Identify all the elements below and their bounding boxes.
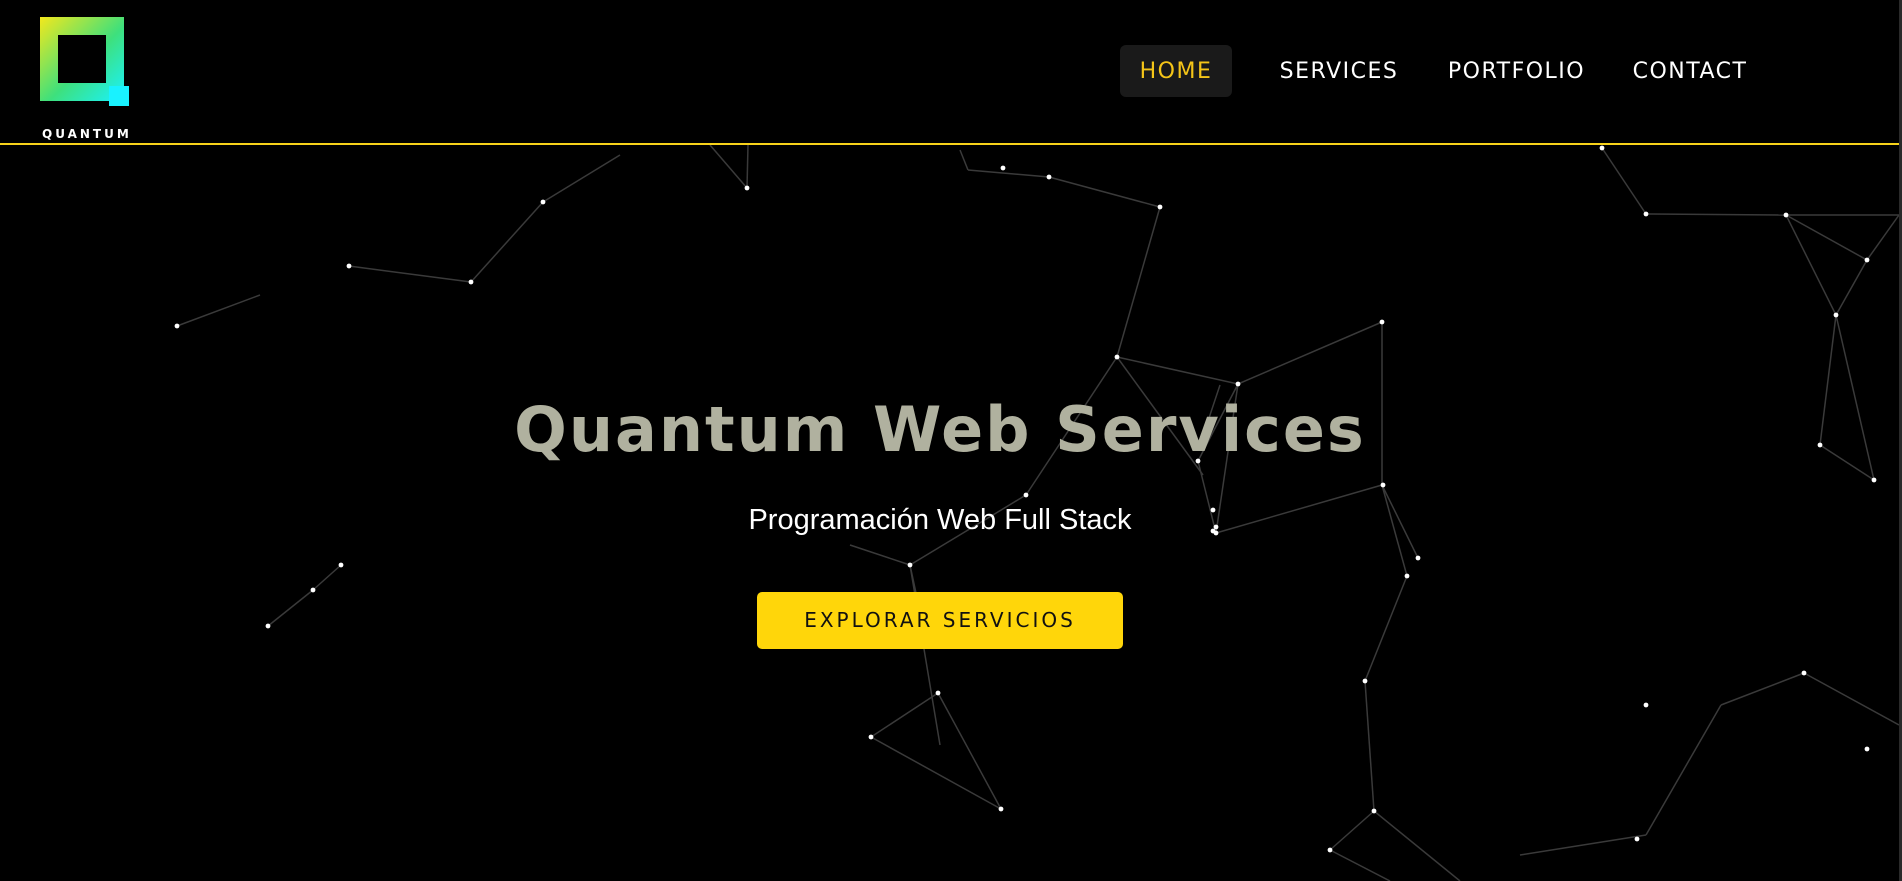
nav-item-portfolio[interactable]: PORTFOLIO bbox=[1444, 45, 1589, 97]
particle-dot bbox=[1157, 204, 1163, 210]
particle-link bbox=[1329, 810, 1375, 851]
particle-dot bbox=[1643, 211, 1649, 217]
particle-dot bbox=[1643, 702, 1649, 708]
particle-dot bbox=[1046, 174, 1052, 180]
particle-link bbox=[1785, 214, 1868, 261]
particle-dot bbox=[346, 263, 352, 269]
particle-link bbox=[348, 265, 472, 283]
particle-link bbox=[746, 145, 749, 189]
particle-dot bbox=[1379, 319, 1385, 325]
particle-link bbox=[1364, 680, 1375, 812]
particle-link bbox=[1645, 213, 1787, 216]
particle-link bbox=[967, 169, 1050, 178]
particle-dot bbox=[1864, 257, 1870, 263]
main-nav: HOME SERVICES PORTFOLIO CONTACT bbox=[1120, 45, 1751, 97]
explore-services-button[interactable]: EXPLORAR SERVICIOS bbox=[757, 592, 1123, 649]
particle-link bbox=[959, 149, 969, 171]
page: QUANTUM HOME SERVICES PORTFOLIO CONTACT … bbox=[0, 0, 1902, 881]
logo[interactable]: QUANTUM bbox=[40, 17, 130, 141]
hero-section: Quantum Web Services Programación Web Fu… bbox=[0, 390, 1880, 649]
logo-wordmark: QUANTUM bbox=[42, 127, 132, 141]
nav-item-services[interactable]: SERVICES bbox=[1274, 45, 1404, 97]
particle-link bbox=[1116, 356, 1239, 385]
particle-link bbox=[1785, 214, 1837, 316]
particle-dot bbox=[1634, 836, 1640, 842]
particle-link bbox=[1720, 672, 1805, 706]
particle-link bbox=[1519, 834, 1647, 856]
particle-link bbox=[870, 692, 939, 738]
particle-link bbox=[1645, 704, 1722, 836]
particle-dot bbox=[1362, 678, 1368, 684]
particle-dot bbox=[1783, 212, 1789, 218]
particle-link bbox=[709, 145, 748, 189]
particle-dot bbox=[1371, 808, 1377, 814]
particle-dot bbox=[1000, 165, 1006, 171]
particle-dot bbox=[1235, 381, 1241, 387]
site-header: QUANTUM HOME SERVICES PORTFOLIO CONTACT bbox=[0, 0, 1899, 145]
quantum-logo-icon bbox=[40, 17, 129, 106]
hero-title: Quantum Web Services bbox=[514, 393, 1366, 466]
particle-dot bbox=[1599, 145, 1605, 151]
particle-link bbox=[1116, 206, 1161, 358]
particle-link bbox=[1373, 810, 1461, 881]
particle-dot bbox=[1801, 670, 1807, 676]
particle-link bbox=[176, 294, 261, 327]
particle-link bbox=[542, 154, 621, 203]
particle-dot bbox=[1114, 354, 1120, 360]
particle-link bbox=[1601, 147, 1647, 215]
nav-item-contact[interactable]: CONTACT bbox=[1629, 45, 1751, 97]
particle-dot bbox=[998, 806, 1004, 812]
particle-dot bbox=[174, 323, 180, 329]
particle-link bbox=[1803, 672, 1899, 726]
particle-link bbox=[1329, 849, 1391, 881]
particle-dot bbox=[868, 734, 874, 740]
particle-dot bbox=[540, 199, 546, 205]
nav-item-home[interactable]: HOME bbox=[1120, 45, 1232, 97]
particle-dot bbox=[744, 185, 750, 191]
particle-link bbox=[1866, 214, 1899, 261]
particle-dot bbox=[935, 690, 941, 696]
particle-dot bbox=[1864, 746, 1870, 752]
particle-link bbox=[1237, 321, 1383, 385]
particle-dot bbox=[1833, 312, 1839, 318]
particle-dot bbox=[468, 279, 474, 285]
particle-link bbox=[1048, 176, 1161, 208]
particle-dot bbox=[1327, 847, 1333, 853]
hero-subtitle: Programación Web Full Stack bbox=[748, 504, 1132, 536]
particle-link bbox=[470, 201, 544, 283]
particle-link bbox=[1835, 259, 1868, 316]
